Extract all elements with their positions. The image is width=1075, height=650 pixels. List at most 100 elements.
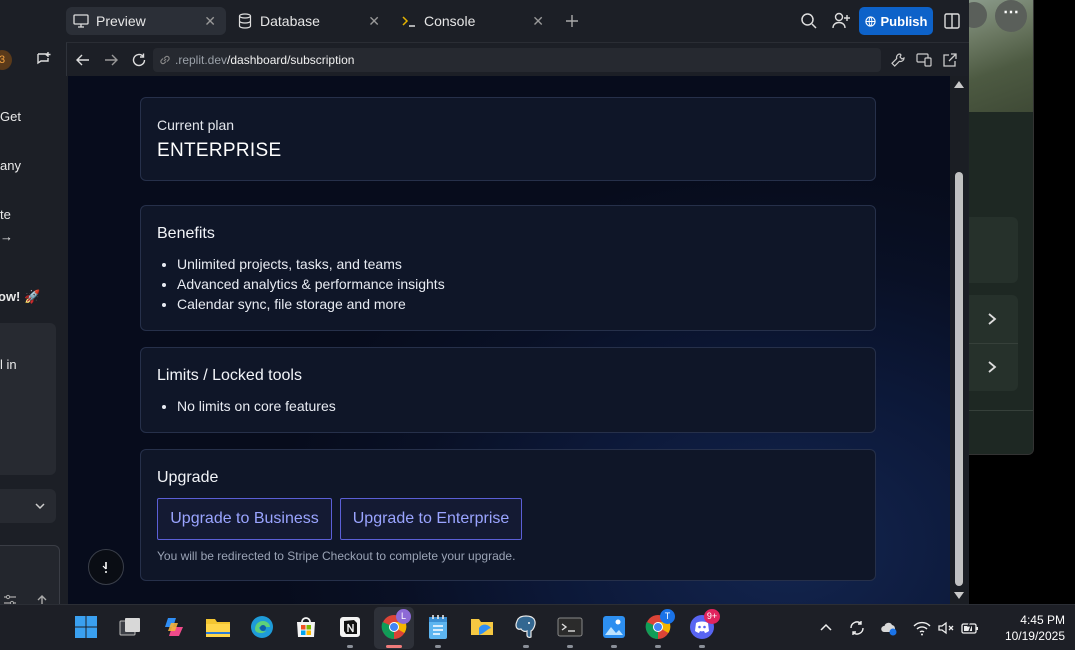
file-manager-icon[interactable] bbox=[468, 613, 496, 641]
terminal-app-icon[interactable] bbox=[556, 613, 584, 641]
sync-icon[interactable] bbox=[848, 619, 866, 637]
screen: 3 Get any te → ow! 🚀 l in ⋯ Preview ✕ Da… bbox=[0, 0, 1075, 650]
chrome-icon[interactable]: L bbox=[380, 609, 411, 641]
tab-database[interactable]: Database ✕ bbox=[230, 7, 390, 35]
search-icon[interactable] bbox=[799, 11, 819, 31]
wifi-icon[interactable] bbox=[913, 619, 931, 637]
running-indicator bbox=[567, 645, 573, 648]
upgrade-business-button[interactable]: Upgrade to Business bbox=[157, 498, 332, 540]
chevron-right-icon[interactable] bbox=[985, 312, 999, 326]
notepad-icon[interactable] bbox=[424, 613, 452, 641]
exclamation-icon bbox=[102, 562, 107, 573]
address-bar-row: .replit.dev/dashboard/subscription bbox=[66, 42, 969, 76]
right-panel-body bbox=[969, 112, 1033, 454]
left-side-panel: 3 Get any te → ow! 🚀 l in bbox=[0, 0, 66, 615]
panel-text: ow! 🚀 bbox=[0, 289, 41, 304]
discord-icon[interactable]: 9+ bbox=[688, 609, 720, 641]
upgrade-title: Upgrade bbox=[157, 469, 219, 486]
new-chat-icon[interactable] bbox=[36, 51, 52, 67]
right-panel-card bbox=[969, 217, 1018, 283]
ide-window: Preview ✕ Database ✕ Console ✕ Publish .… bbox=[66, 0, 969, 604]
volume-muted-icon[interactable] bbox=[937, 619, 955, 637]
current-plan-label: Current plan bbox=[157, 117, 235, 133]
url-path: /dashboard/subscription bbox=[227, 53, 355, 67]
running-indicator bbox=[655, 645, 661, 648]
profile-badge: L bbox=[396, 609, 411, 624]
chevron-up-icon[interactable] bbox=[817, 619, 835, 637]
reload-icon[interactable] bbox=[131, 52, 147, 68]
publish-button[interactable]: Publish bbox=[859, 7, 933, 35]
benefit-item: Unlimited projects, tasks, and teams bbox=[177, 254, 445, 274]
notification-badge: 3 bbox=[0, 50, 12, 70]
benefits-list: Unlimited projects, tasks, and teams Adv… bbox=[177, 254, 445, 314]
forward-arrow-icon[interactable] bbox=[103, 52, 119, 68]
devtools-wrench-icon[interactable] bbox=[890, 52, 906, 68]
limits-list: No limits on core features bbox=[177, 396, 336, 416]
scroll-down-arrow-icon[interactable] bbox=[954, 592, 964, 599]
close-icon[interactable]: ✕ bbox=[532, 13, 544, 29]
windows-taskbar: L T 9+ 4:45 PM 10/19/2025 bbox=[0, 604, 1075, 650]
clock-time: 4:45 PM bbox=[1020, 613, 1065, 627]
limit-item: No limits on core features bbox=[177, 396, 336, 416]
redirect-note: You will be redirected to Stripe Checkou… bbox=[157, 549, 516, 563]
split-panel-icon[interactable] bbox=[942, 11, 962, 31]
photos-icon[interactable] bbox=[600, 613, 628, 641]
monitor-icon bbox=[72, 13, 90, 29]
open-new-window-icon[interactable] bbox=[942, 52, 958, 68]
microsoft-store-icon[interactable] bbox=[292, 613, 320, 641]
vertical-scrollbar[interactable] bbox=[950, 76, 968, 604]
preview-viewport: Current plan ENTERPRISE Benefits Unlimit… bbox=[68, 76, 950, 604]
battery-charging-icon[interactable] bbox=[961, 619, 979, 637]
floating-action-button[interactable] bbox=[88, 549, 124, 585]
running-indicator bbox=[347, 645, 353, 648]
invite-user-icon[interactable] bbox=[831, 11, 851, 31]
edge-browser-icon[interactable] bbox=[248, 613, 276, 641]
panel-card: l in bbox=[0, 323, 56, 475]
chevron-right-icon[interactable] bbox=[985, 360, 999, 374]
clock-date: 10/19/2025 bbox=[1004, 629, 1065, 643]
panel-dropdown[interactable] bbox=[0, 489, 56, 523]
notification-count-badge: 9+ bbox=[704, 609, 720, 624]
postgresql-icon[interactable] bbox=[512, 613, 540, 641]
device-preview-icon[interactable] bbox=[916, 52, 932, 68]
tab-bar: Preview ✕ Database ✕ Console ✕ Publish bbox=[66, 0, 969, 42]
tab-console[interactable]: Console ✕ bbox=[394, 7, 554, 35]
new-tab-plus-icon[interactable] bbox=[562, 11, 582, 31]
onedrive-icon[interactable] bbox=[880, 619, 898, 637]
start-windows-icon[interactable] bbox=[72, 613, 100, 641]
close-icon[interactable]: ✕ bbox=[204, 13, 216, 29]
benefit-item: Calendar sync, file storage and more bbox=[177, 294, 445, 314]
scroll-thumb[interactable] bbox=[955, 172, 963, 586]
url-field[interactable]: .replit.dev/dashboard/subscription bbox=[153, 48, 881, 72]
url-host: .replit.dev bbox=[175, 53, 228, 67]
chevron-down-icon bbox=[35, 503, 45, 510]
upgrade-enterprise-button[interactable]: Upgrade to Enterprise bbox=[340, 498, 522, 540]
file-explorer-icon[interactable] bbox=[204, 613, 232, 641]
notion-icon[interactable] bbox=[336, 613, 364, 641]
limits-title: Limits / Locked tools bbox=[157, 367, 302, 384]
current-plan-card: Current plan ENTERPRISE bbox=[140, 97, 876, 181]
panel-text: Get bbox=[0, 109, 21, 124]
running-indicator bbox=[611, 645, 617, 648]
database-icon bbox=[236, 13, 254, 29]
upgrade-card: Upgrade Upgrade to Business Upgrade to E… bbox=[140, 449, 876, 581]
copilot-icon[interactable] bbox=[160, 613, 188, 641]
benefits-title: Benefits bbox=[157, 225, 215, 242]
tab-label: Database bbox=[260, 13, 320, 29]
terminal-icon bbox=[400, 13, 418, 29]
panel-text: l in bbox=[0, 357, 17, 372]
system-clock[interactable]: 4:45 PM 10/19/2025 bbox=[985, 612, 1065, 644]
tab-preview[interactable]: Preview ✕ bbox=[66, 7, 226, 35]
back-arrow-icon[interactable] bbox=[75, 52, 91, 68]
close-icon[interactable]: ✕ bbox=[368, 13, 380, 29]
globe-icon bbox=[864, 15, 876, 27]
tab-label: Console bbox=[424, 13, 476, 29]
link-icon bbox=[160, 55, 170, 65]
right-panel-list bbox=[969, 295, 1018, 391]
panel-text: te bbox=[0, 207, 11, 222]
chrome-profile-icon[interactable]: T bbox=[644, 609, 675, 641]
more-options-icon[interactable]: ⋯ bbox=[995, 0, 1027, 32]
scroll-up-arrow-icon[interactable] bbox=[954, 81, 964, 88]
benefits-card: Benefits Unlimited projects, tasks, and … bbox=[140, 205, 876, 331]
task-view-icon[interactable] bbox=[116, 613, 144, 641]
